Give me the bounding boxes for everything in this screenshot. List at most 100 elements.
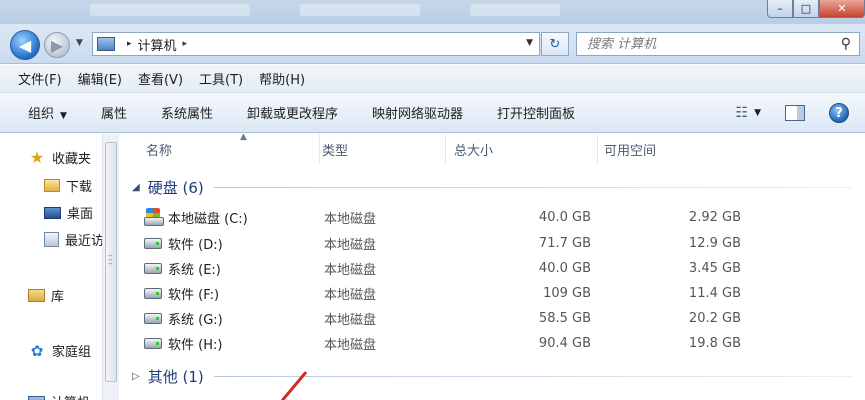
column-label: 总大小 [454, 143, 494, 159]
search-icon[interactable]: ⚲ [841, 36, 851, 52]
menu-view[interactable]: 查看(V) [138, 69, 183, 88]
address-dropdown-icon[interactable]: ▼ [526, 38, 533, 48]
address-bar[interactable]: ▸ 计算机 ▸ ▼ [92, 32, 540, 56]
back-button[interactable]: ◀ [10, 30, 40, 60]
nav-label: 家庭组 [52, 345, 92, 360]
system-properties-button[interactable]: 系统属性 [161, 103, 213, 122]
organize-label: 组织 [28, 107, 55, 122]
drive-type: 本地磁盘 [324, 287, 377, 303]
drive-label: 系统 (E:) [168, 262, 221, 278]
drive-total-size: 109 GB [543, 285, 591, 301]
drive-row-d[interactable]: 软件 (D:) 本地磁盘 71.7 GB 12.9 GB [144, 232, 844, 254]
downloads-folder-icon [44, 179, 60, 192]
refresh-icon: ↻ [549, 36, 561, 52]
nav-item-homegroup[interactable]: ✿ 家庭组 [28, 341, 92, 361]
drive-row-h[interactable]: 软件 (H:) 本地磁盘 90.4 GB 19.8 GB [144, 332, 844, 354]
nav-item-favorites[interactable]: ★ 收藏夹 [28, 148, 91, 167]
drive-name: 软件 (D:) [144, 234, 223, 253]
organize-button[interactable]: 组织 ▼ [28, 103, 67, 122]
scrollbar-grip-icon: – – – [108, 251, 113, 269]
search-input[interactable] [587, 36, 827, 52]
column-header-type[interactable]: 类型 [316, 134, 446, 164]
background-window-ghost [470, 4, 560, 16]
group-divider [213, 376, 852, 377]
column-label: 名称 [146, 143, 173, 159]
background-window-ghost [300, 4, 420, 16]
breadcrumb-computer[interactable]: 计算机 [138, 35, 177, 54]
column-header-free-space[interactable]: 可用空间 [598, 134, 758, 164]
drive-total-size: 40.0 GB [538, 209, 591, 225]
library-icon [28, 289, 45, 302]
drive-type: 本地磁盘 [324, 211, 377, 227]
group-label: 其他 (1) [147, 368, 204, 386]
open-control-panel-button[interactable]: 打开控制面板 [497, 103, 575, 122]
drive-name: 系统 (E:) [144, 259, 221, 278]
drive-label: 软件 (F:) [168, 287, 220, 303]
drive-label: 软件 (H:) [168, 337, 223, 353]
menu-tools[interactable]: 工具(T) [199, 69, 243, 88]
expand-triangle-icon[interactable]: ◢ [132, 182, 140, 193]
drive-name: 系统 (G:) [144, 309, 223, 328]
drive-type: 本地磁盘 [324, 337, 377, 353]
search-box[interactable]: ⚲ [576, 32, 860, 56]
forward-arrow-icon: ▶ [50, 35, 64, 55]
breadcrumb-separator-icon[interactable]: ▸ [127, 39, 132, 49]
computer-icon [28, 395, 45, 400]
preview-pane-icon[interactable] [785, 105, 805, 121]
background-window-ghost [90, 4, 250, 16]
nav-item-libraries[interactable]: 库 [28, 286, 64, 305]
nav-item-desktop[interactable]: 桌面 [44, 203, 93, 222]
content-pane: ▲ 名称 类型 总大小 可用空间 ◢ 硬盘 (6) 本地磁盘 (C:) 本地磁盘… [120, 134, 865, 400]
drive-free-space: 3.45 GB [688, 260, 741, 276]
drive-row-f[interactable]: 软件 (F:) 本地磁盘 109 GB 11.4 GB [144, 282, 844, 304]
column-label: 可用空间 [604, 143, 657, 159]
hard-drive-icon [144, 337, 162, 349]
menu-bar: 文件(F) 编辑(E) 查看(V) 工具(T) 帮助(H) [0, 65, 865, 93]
nav-label: 收藏夹 [52, 152, 92, 167]
nav-label: 桌面 [67, 207, 94, 222]
menu-file[interactable]: 文件(F) [18, 69, 62, 88]
group-header-other[interactable]: ▷ 其他 (1) [132, 366, 852, 387]
drive-row-e[interactable]: 系统 (E:) 本地磁盘 40.0 GB 3.45 GB [144, 257, 844, 279]
map-network-drive-button[interactable]: 映射网络驱动器 [372, 103, 463, 122]
close-button[interactable]: ✕ [819, 0, 865, 18]
nav-label: 最近访 [65, 234, 102, 249]
collapse-triangle-icon[interactable]: ▷ [132, 371, 140, 382]
forward-button[interactable]: ▶ [44, 32, 70, 58]
drive-free-space: 11.4 GB [688, 285, 741, 301]
group-header-hard-disks[interactable]: ◢ 硬盘 (6) [132, 177, 852, 198]
view-options-icon[interactable]: ☷ [736, 105, 749, 121]
group-divider [213, 187, 852, 188]
help-icon[interactable]: ? [829, 103, 849, 123]
nav-item-downloads[interactable]: 下载 [44, 176, 92, 195]
breadcrumb-separator-icon[interactable]: ▸ [183, 39, 188, 49]
drive-row-g[interactable]: 系统 (G:) 本地磁盘 58.5 GB 20.2 GB [144, 307, 844, 329]
minimize-button[interactable]: – [767, 0, 793, 18]
drive-total-size: 40.0 GB [538, 260, 591, 276]
desktop-icon [44, 206, 61, 219]
drive-label: 本地磁盘 (C:) [168, 211, 248, 227]
column-header-total-size[interactable]: 总大小 [448, 134, 598, 164]
drive-free-space: 20.2 GB [688, 310, 741, 326]
navigation-scrollbar[interactable]: – – – [102, 134, 119, 400]
navigation-pane: ★ 收藏夹 下载 桌面 最近访 库 ✿ 家庭组 计算机 [0, 134, 102, 400]
nav-label: 计算机 [51, 392, 90, 400]
command-bar: 组织 ▼ 属性 系统属性 卸载或更改程序 映射网络驱动器 打开控制面板 ☷ ▼ ? [0, 93, 865, 133]
group-label: 硬盘 (6) [147, 179, 204, 197]
menu-help[interactable]: 帮助(H) [259, 69, 305, 88]
column-header-name[interactable]: ▲ 名称 [140, 134, 320, 164]
history-dropdown-icon[interactable]: ▼ [76, 38, 83, 48]
menu-edit[interactable]: 编辑(E) [78, 69, 122, 88]
properties-button[interactable]: 属性 [101, 103, 127, 122]
drive-type: 本地磁盘 [324, 312, 377, 328]
refresh-button[interactable]: ↻ [541, 32, 569, 56]
drive-total-size: 71.7 GB [538, 235, 591, 251]
drive-row-c[interactable]: 本地磁盘 (C:) 本地磁盘 40.0 GB 2.92 GB [144, 206, 844, 228]
view-dropdown-icon[interactable]: ▼ [754, 108, 761, 118]
maximize-button[interactable]: □ [793, 0, 819, 18]
drive-free-space: 19.8 GB [688, 335, 741, 351]
nav-item-computer[interactable]: 计算机 [28, 392, 90, 400]
uninstall-program-button[interactable]: 卸载或更改程序 [247, 103, 338, 122]
sort-ascending-icon: ▲ [240, 134, 247, 142]
nav-item-recent[interactable]: 最近访 [44, 230, 102, 249]
